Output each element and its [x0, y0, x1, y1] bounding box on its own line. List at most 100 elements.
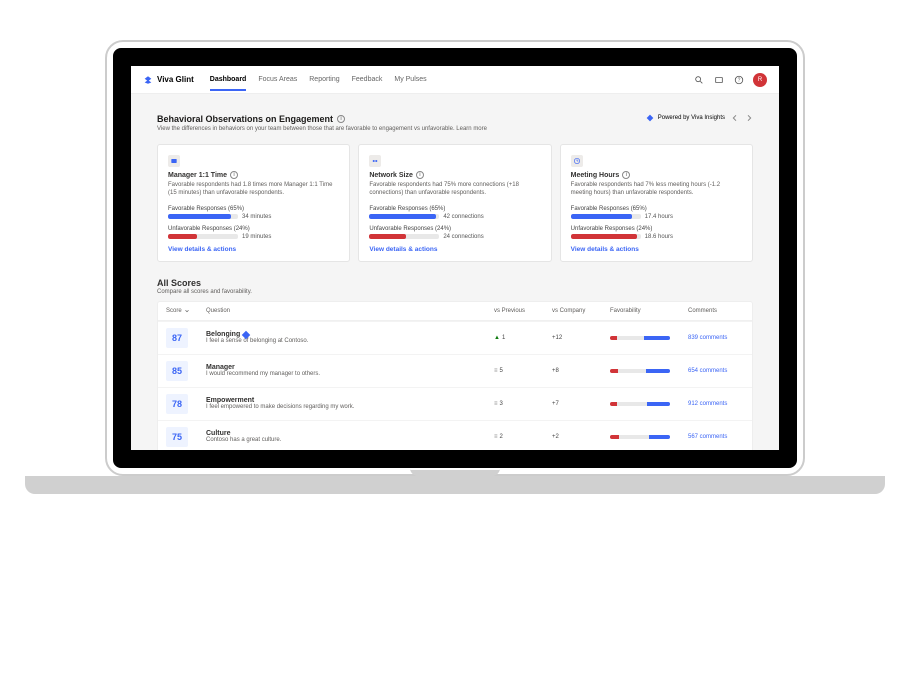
top-bar: Viva Glint Dashboard Focus Areas Reporting… — [131, 66, 779, 94]
card-icon — [571, 155, 583, 167]
nav-item-reporting[interactable]: Reporting — [309, 68, 339, 91]
laptop-notch — [410, 468, 500, 476]
info-icon[interactable]: i — [337, 115, 345, 123]
question-cell: Empowerment I feel empowered to make dec… — [206, 397, 486, 410]
question-cell: Manager I would recommend my manager to … — [206, 364, 486, 377]
behavioral-card: Manager 1:1 Time i Favorable respondents… — [157, 144, 350, 262]
unfav-label: Unfavorable Responses (24%) — [571, 226, 742, 232]
col-comments[interactable]: Comments — [688, 308, 744, 314]
nav-item-dashboard[interactable]: Dashboard — [210, 68, 247, 91]
fav-value: 34 minutes — [242, 214, 271, 220]
behavioral-card: Network Size i Favorable respondents had… — [358, 144, 551, 262]
unfav-value: 24 connections — [443, 234, 483, 240]
behavioral-section-header: Behavioral Observations on Engagement i … — [157, 104, 753, 138]
score-chip: 87 — [166, 328, 188, 348]
bezel-outer: Viva Glint Dashboard Focus Areas Reporting… — [105, 40, 805, 476]
comments-link[interactable]: 839 comments — [688, 335, 744, 341]
unfav-label: Unfavorable Responses (24%) — [168, 226, 339, 232]
brand-name: Viva Glint — [157, 75, 194, 84]
favorability-bar — [610, 435, 680, 439]
content: Behavioral Observations on Engagement i … — [131, 94, 779, 450]
info-icon[interactable]: i — [230, 171, 238, 179]
unfav-bar-row: 18.6 hours — [571, 234, 742, 240]
svg-text:?: ? — [738, 77, 741, 83]
bezel-inner: Viva Glint Dashboard Focus Areas Reporting… — [113, 48, 797, 468]
question-cell: Belonging I feel a sense of belonging at… — [206, 331, 486, 344]
info-icon[interactable]: i — [416, 171, 424, 179]
unfav-bar-row: 19 minutes — [168, 234, 339, 240]
brand[interactable]: Viva Glint — [143, 75, 194, 85]
behavioral-subtitle: View the differences in behaviors on you… — [157, 126, 487, 132]
score-chip: 85 — [166, 361, 188, 381]
comments-link[interactable]: 912 comments — [688, 401, 744, 407]
table-row[interactable]: 78 Empowerment I feel empowered to make … — [158, 387, 752, 420]
card-desc: Favorable respondents had 75% more conne… — [369, 182, 540, 198]
fav-bar-row: 34 minutes — [168, 214, 339, 220]
avatar[interactable]: R — [753, 73, 767, 87]
fav-label: Favorable Responses (65%) — [571, 206, 742, 212]
laptop-base — [25, 476, 885, 494]
inbox-icon[interactable] — [713, 74, 725, 86]
nav-item-feedback[interactable]: Feedback — [352, 68, 383, 91]
allscores-subtitle: Compare all scores and favorability. — [157, 289, 753, 295]
card-desc: Favorable respondents had 7% less meetin… — [571, 182, 742, 198]
col-score[interactable]: Score — [166, 308, 198, 314]
col-favorability[interactable]: Favorability — [610, 308, 680, 314]
vs-previous: ▲ 1 — [494, 335, 544, 341]
vs-company: +8 — [552, 368, 602, 374]
search-icon[interactable] — [693, 74, 705, 86]
primary-nav: Dashboard Focus Areas Reporting Feedback My … — [210, 68, 427, 91]
card-title: Meeting Hours i — [571, 171, 742, 179]
view-details-link[interactable]: View details & actions — [168, 246, 339, 253]
help-icon[interactable]: ? — [733, 74, 745, 86]
comments-link[interactable]: 654 comments — [688, 368, 744, 374]
comments-link[interactable]: 567 comments — [688, 434, 744, 440]
vs-previous: ≡ 2 — [494, 434, 544, 440]
favorability-bar — [610, 402, 680, 406]
top-actions: ? R — [693, 73, 767, 87]
fav-label: Favorable Responses (65%) — [369, 206, 540, 212]
card-icon — [168, 155, 180, 167]
chevron-right-icon[interactable] — [745, 114, 753, 122]
col-vs-company[interactable]: vs Company — [552, 308, 602, 314]
card-desc: Favorable respondents had 1.8 times more… — [168, 182, 339, 198]
behavioral-title: Behavioral Observations on Engagement — [157, 114, 333, 124]
app-screen: Viva Glint Dashboard Focus Areas Reporting… — [131, 66, 779, 450]
col-vs-previous[interactable]: vs Previous — [494, 308, 544, 314]
card-title: Network Size i — [369, 171, 540, 179]
sort-down-icon — [184, 308, 190, 314]
powered-by[interactable]: Powered by Viva Insights — [646, 114, 725, 122]
scores-table: Score Question vs Previous vs Company Fa… — [157, 301, 753, 450]
view-details-link[interactable]: View details & actions — [369, 246, 540, 253]
table-row[interactable]: 85 Manager I would recommend my manager … — [158, 354, 752, 387]
vs-company: +7 — [552, 401, 602, 407]
unfav-bar-row: 24 connections — [369, 234, 540, 240]
card-icon — [369, 155, 381, 167]
favorability-bar — [610, 369, 680, 373]
table-body: 87 Belonging I feel a sense of belonging… — [158, 321, 752, 450]
table-header: Score Question vs Previous vs Company Fa… — [158, 302, 752, 321]
fav-value: 17.4 hours — [645, 214, 673, 220]
card-title: Manager 1:1 Time i — [168, 171, 339, 179]
allscores-header: All Scores Compare all scores and favora… — [157, 278, 753, 295]
laptop-frame: Viva Glint Dashboard Focus Areas Reporting… — [105, 40, 805, 494]
score-chip: 78 — [166, 394, 188, 414]
question-cell: Culture Contoso has a great culture. — [206, 430, 486, 443]
unfav-value: 18.6 hours — [645, 234, 673, 240]
chevron-left-icon[interactable] — [731, 114, 739, 122]
info-icon[interactable]: i — [622, 171, 630, 179]
vs-previous: ≡ 3 — [494, 401, 544, 407]
table-row[interactable]: 75 Culture Contoso has a great culture. … — [158, 420, 752, 450]
nav-item-focus-areas[interactable]: Focus Areas — [258, 68, 297, 91]
vs-company: +2 — [552, 434, 602, 440]
nav-item-my-pulses[interactable]: My Pulses — [394, 68, 426, 91]
table-row[interactable]: 87 Belonging I feel a sense of belonging… — [158, 321, 752, 354]
view-details-link[interactable]: View details & actions — [571, 246, 742, 253]
allscores-title: All Scores — [157, 278, 753, 288]
brand-icon — [143, 75, 153, 85]
powered-by-label: Powered by Viva Insights — [658, 115, 725, 121]
unfav-label: Unfavorable Responses (24%) — [369, 226, 540, 232]
vs-previous: ≡ 5 — [494, 368, 544, 374]
col-question[interactable]: Question — [206, 308, 486, 314]
vs-company: +12 — [552, 335, 602, 341]
